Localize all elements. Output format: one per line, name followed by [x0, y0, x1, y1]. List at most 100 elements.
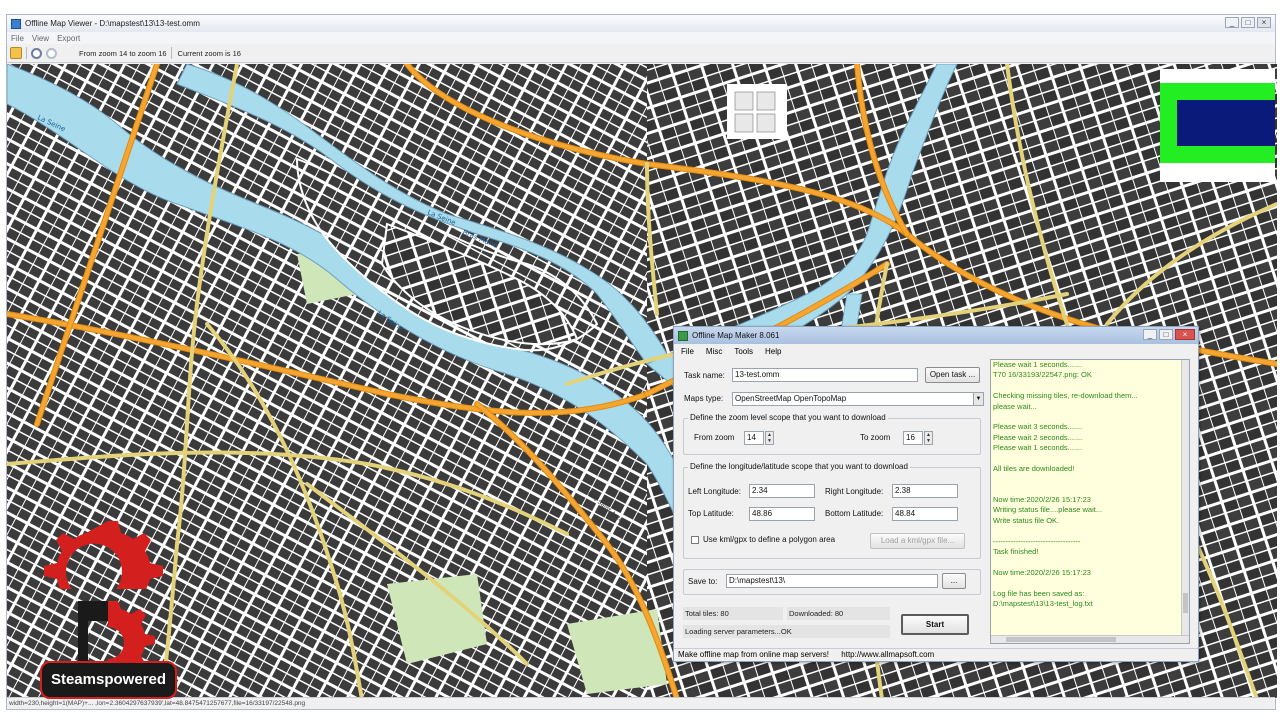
log-line: Checking missing tiles, re-download them… — [993, 391, 1138, 401]
menu-export[interactable]: Export — [57, 34, 80, 43]
bottom-latitude-input[interactable]: 48.84 — [892, 507, 958, 521]
app-icon — [11, 18, 21, 29]
log-line: Now time:2020/2/26 15:17:23 — [993, 495, 1091, 505]
scroll-thumb[interactable] — [1183, 593, 1188, 613]
dialog-minimize-button[interactable]: _ — [1143, 329, 1157, 340]
gear-logo-icon — [44, 521, 163, 681]
left-longitude-input[interactable]: 2.34 — [749, 484, 815, 498]
kml-checkbox-label: Use kml/gpx to define a polygon area — [703, 535, 836, 544]
lonlat-group-title: Define the longitude/latitude scope that… — [688, 462, 910, 471]
log-horizontal-scrollbar[interactable] — [991, 635, 1189, 643]
log-line: Please wait 1 seconds....... — [993, 360, 1083, 369]
save-to-label: Save to: — [688, 577, 718, 586]
dialog-maximize-button[interactable]: □ — [1159, 329, 1173, 340]
dialog-menu-file[interactable]: File — [681, 347, 694, 356]
zoom-group-title: Define the zoom level scope that you wan… — [688, 413, 888, 422]
log-line: T70 16/33193/22547.png: OK — [993, 370, 1092, 380]
total-tiles-text: Total tiles: 80 — [683, 607, 783, 620]
park — [756, 91, 776, 111]
log-line: All tiles are downloaded! — [993, 463, 1075, 473]
maps-type-select[interactable]: OpenStreetMap OpenTopoMap ▼ — [732, 392, 984, 406]
minimize-button[interactable]: _ — [1225, 17, 1239, 28]
kml-checkbox[interactable] — [691, 536, 699, 544]
maps-type-value: OpenStreetMap OpenTopoMap — [735, 394, 847, 403]
log-lines: Please wait 1 seconds....... T70 16/33193… — [991, 360, 1189, 609]
viewer-title: Offline Map Viewer - D:\mapstest\13\13-t… — [25, 19, 200, 28]
log-line: Task finished! — [993, 547, 1039, 557]
map-overview-minimap[interactable] — [1160, 69, 1275, 182]
status-website-link[interactable]: http://www.allmapsoft.com — [841, 650, 934, 659]
from-zoom-input[interactable]: 14 — [744, 431, 764, 445]
viewer-titlebar[interactable]: Offline Map Viewer - D:\mapstest\13\13-t… — [7, 15, 1275, 32]
dialog-menu-tools[interactable]: Tools — [734, 347, 753, 356]
dialog-titlebar[interactable]: Offline Map Maker 8.061 _ □ × — [674, 327, 1198, 344]
left-longitude-label: Left Longitude: — [688, 487, 741, 496]
status-tagline: Make offline map from online map servers… — [678, 650, 830, 659]
right-longitude-input[interactable]: 2.38 — [892, 484, 958, 498]
log-line: Log file has been saved as: — [993, 588, 1085, 598]
task-name-input[interactable]: 13-test.omm — [732, 368, 918, 382]
zoom-range-text: From zoom 14 to zoom 16 — [79, 48, 167, 58]
right-longitude-label: Right Longitude: — [825, 487, 884, 496]
to-zoom-stepper[interactable]: ▲ ▼ — [924, 431, 933, 445]
dialog-menubar: File Misc Tools Help — [674, 344, 1198, 358]
start-button[interactable]: Start — [901, 614, 969, 635]
watermark-label: Steamspowered — [40, 661, 177, 699]
scroll-thumb[interactable] — [1006, 637, 1116, 642]
top-latitude-input[interactable]: 48.86 — [749, 507, 815, 521]
current-zoom-text: Current zoom is 16 — [177, 48, 241, 58]
log-line: please wait... — [993, 401, 1037, 411]
browse-button[interactable]: ... — [942, 573, 966, 589]
open-folder-icon[interactable] — [10, 47, 22, 59]
maximize-button[interactable]: □ — [1241, 17, 1255, 28]
to-zoom-label: To zoom — [860, 433, 891, 442]
park — [734, 113, 754, 133]
to-zoom-input[interactable]: 16 — [903, 431, 923, 445]
close-button[interactable]: × — [1257, 17, 1271, 28]
log-line: Please wait 3 seconds....... — [993, 422, 1083, 432]
save-to-input[interactable]: D:\mapstest\13\ — [726, 574, 938, 588]
zoom-out-icon[interactable] — [46, 47, 57, 59]
dialog-window-controls: _ □ × — [1143, 329, 1195, 340]
from-zoom-label: From zoom — [694, 433, 735, 442]
bottom-latitude-label: Bottom Latitude: — [825, 509, 884, 518]
maps-type-label: Maps type: — [684, 394, 724, 403]
open-task-button[interactable]: Open task ... — [925, 367, 980, 383]
park — [734, 91, 754, 111]
log-line: Writing status file....please wait... — [993, 505, 1103, 515]
dialog-close-button[interactable]: × — [1175, 329, 1195, 340]
park — [756, 113, 776, 133]
steamspowered-watermark: Steamspowered — [38, 511, 178, 701]
log-line: Write status file OK. — [993, 515, 1060, 525]
log-line: Now time:2020/2/26 15:17:23 — [993, 567, 1091, 577]
downloaded-text: Downloaded: 80 — [787, 607, 890, 620]
log-line: Please wait 2 seconds....... — [993, 432, 1083, 442]
offline-map-maker-window: Offline Map Maker 8.061 _ □ × File Misc … — [673, 326, 1199, 662]
zoom-in-icon[interactable] — [31, 47, 42, 59]
menu-file[interactable]: File — [11, 34, 24, 43]
loading-status-text: Loading server parameters...OK — [683, 625, 890, 638]
log-textarea[interactable]: Please wait 1 seconds....... T70 16/33193… — [990, 359, 1190, 644]
viewer-menubar: File View Export — [7, 32, 1275, 44]
menu-view[interactable]: View — [32, 34, 49, 43]
log-line: D:\mapstest\13\13-test_log.txt — [993, 598, 1093, 608]
load-kml-button[interactable]: Load a kml/gpx file... — [870, 533, 965, 549]
map-maker-app-icon — [678, 330, 688, 341]
from-zoom-stepper[interactable]: ▲ ▼ — [765, 431, 774, 445]
top-latitude-label: Top Latitude: — [688, 509, 734, 518]
log-vertical-scrollbar[interactable] — [1181, 360, 1189, 643]
log-line: Please wait 1 seconds....... — [993, 443, 1083, 453]
dialog-menu-help[interactable]: Help — [765, 347, 781, 356]
dialog-menu-misc[interactable]: Misc — [706, 347, 722, 356]
dialog-title: Offline Map Maker 8.061 — [692, 331, 780, 340]
overview-viewport — [1177, 100, 1275, 146]
chevron-down-icon[interactable]: ▼ — [973, 393, 983, 405]
